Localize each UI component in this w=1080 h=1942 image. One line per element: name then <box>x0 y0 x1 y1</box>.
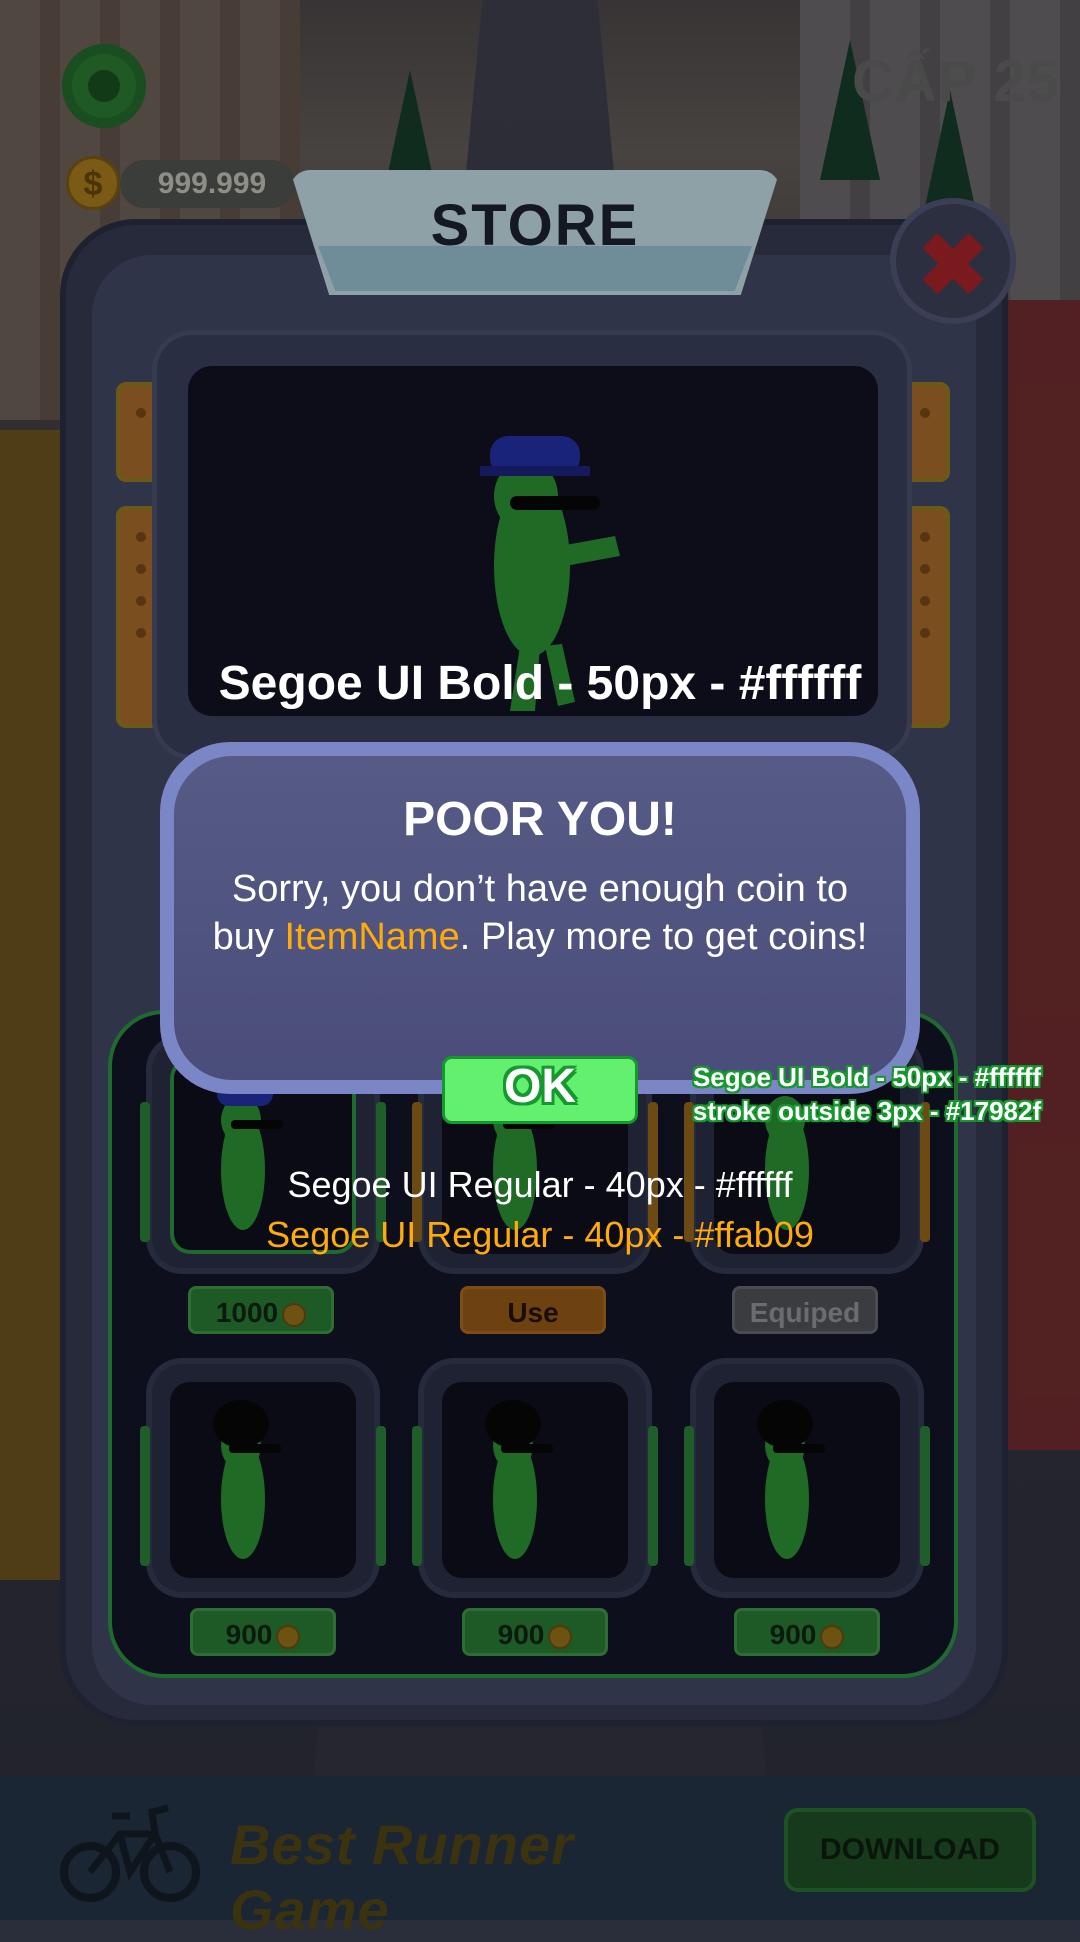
store-title: STORE <box>430 193 640 258</box>
ok-button[interactable]: OK <box>442 1056 638 1124</box>
ok-font-spec-note: Segoe UI Bold - 50px - #ffffff stroke ou… <box>662 1060 1072 1128</box>
dialog-message-end: . Play more to get coins! <box>459 916 868 958</box>
character-thumbnail <box>485 1400 553 1559</box>
item-card[interactable] <box>684 1364 930 1592</box>
price-label: 900 <box>769 1619 817 1650</box>
download-button[interactable]: DOWNLOAD <box>784 1808 1036 1892</box>
character-thumbnail <box>213 1400 281 1559</box>
coin-icon <box>820 1624 845 1649</box>
item-card[interactable] <box>140 1364 386 1592</box>
equipped-label: Equiped <box>749 1297 861 1328</box>
ok-label: OK <box>504 1060 576 1113</box>
price-button[interactable]: 1000 <box>188 1286 334 1334</box>
item-name-highlight: ItemName <box>284 916 460 958</box>
character-thumbnail <box>757 1400 825 1559</box>
coin-icon <box>276 1624 301 1649</box>
ad-title: Best Runner Game <box>230 1813 574 1941</box>
item-card[interactable] <box>412 1364 658 1592</box>
price-label: 900 <box>225 1619 273 1650</box>
use-label: Use <box>507 1297 559 1328</box>
level-label: CẤP 25 <box>851 49 1060 114</box>
ok-spec-line-1: Segoe UI Bold - 50px - #ffffff <box>692 1062 1042 1092</box>
body-font-spec-white: Segoe UI Regular - 40px - #ffffff <box>287 1164 793 1205</box>
ok-spec-line-2: stroke outside 3px - #17982f <box>692 1096 1042 1126</box>
use-button[interactable]: Use <box>460 1286 606 1334</box>
body-font-spec-orange: Segoe UI Regular - 40px - #ffab09 <box>266 1214 814 1255</box>
equipped-badge: Equiped <box>732 1286 878 1334</box>
dialog-message: Sorry, you don’t have enough coin to buy… <box>205 865 875 961</box>
price-label: 900 <box>497 1619 545 1650</box>
close-icon: ✖ <box>916 218 990 314</box>
settings-gear-icon[interactable] <box>62 44 146 128</box>
dialog-title: POOR YOU! <box>403 793 677 846</box>
price-button[interactable]: 900 <box>734 1608 880 1656</box>
price-button[interactable]: 900 <box>190 1608 336 1656</box>
coin-icon <box>548 1624 573 1649</box>
price-button[interactable]: 900 <box>462 1608 608 1656</box>
coin-icon <box>282 1302 307 1327</box>
bicycle-icon <box>60 1804 200 1902</box>
close-button[interactable]: ✖ <box>890 198 1016 324</box>
preview-font-spec-label: Segoe UI Bold - 50px - #ffffff <box>218 657 862 710</box>
coin-balance: 999.999 <box>120 160 296 208</box>
coin-icon: $ <box>66 156 120 210</box>
price-label: 1000 <box>215 1297 279 1328</box>
